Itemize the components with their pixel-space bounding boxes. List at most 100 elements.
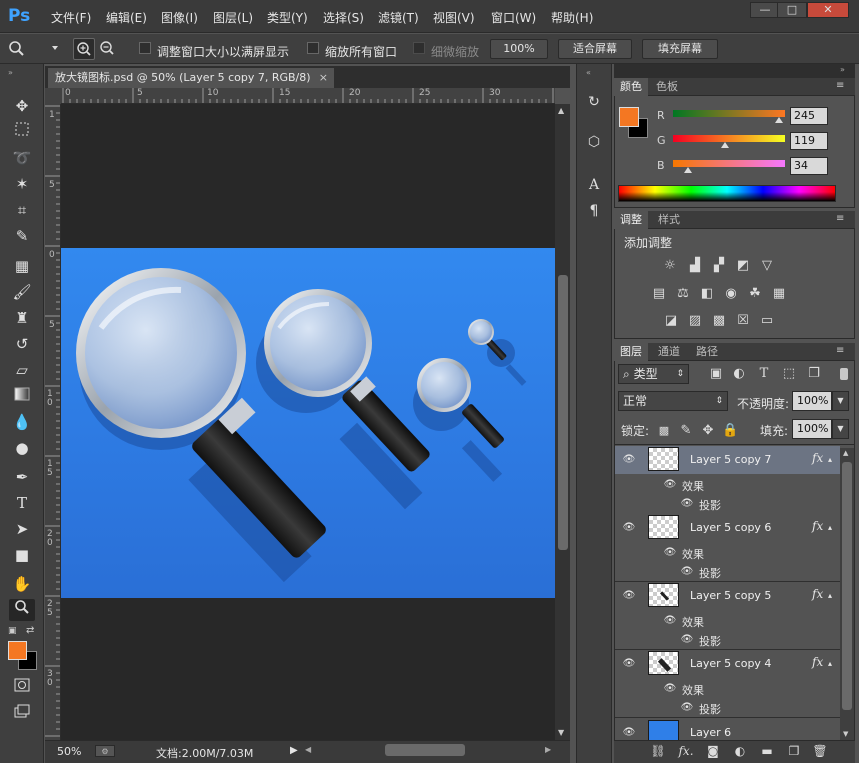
scroll-down-icon[interactable]: ▼ [558,728,564,737]
menu-select[interactable]: 选择(S) [323,9,364,26]
tab-paths[interactable]: 路径 [690,343,724,361]
filter-smart-object-icon[interactable]: ❐ [806,366,822,382]
menu-file[interactable]: 文件(F) [51,9,91,26]
paragraph-panel-icon[interactable]: ¶ [584,201,604,221]
color-foreground-swatch[interactable] [619,107,639,127]
color-balance-icon[interactable]: ⚖ [675,286,691,302]
filter-pixel-icon[interactable]: ▣ [708,366,724,382]
toolbar-collapse-icon[interactable]: » [8,68,13,77]
screen-mode-icon[interactable] [9,702,35,724]
blend-mode-select[interactable]: 正常 ⇕ [618,391,728,411]
effects-visibility-eye-icon[interactable]: 👁 [663,547,677,559]
effects-visibility-eye-icon[interactable]: 👁 [663,479,677,491]
magic-wand-tool-icon[interactable]: ✶ [9,173,35,195]
zoom-100-button[interactable]: 100% [490,39,548,59]
effects-visibility-eye-icon[interactable]: 👁 [663,615,677,627]
channel-mixer-icon[interactable]: ☘ [747,286,763,302]
eyedropper-tool-icon[interactable]: ✎ [9,225,35,247]
menu-image[interactable]: 图像(I) [161,9,198,26]
channel-b-value[interactable]: 34 [790,157,828,175]
tab-channels[interactable]: 通道 [652,343,686,361]
lock-position-icon[interactable]: ✥ [700,423,716,439]
gradient-map-icon[interactable]: ▭ [759,313,775,329]
fill-input[interactable]: 100% [792,419,832,439]
brightness-contrast-icon[interactable]: ☼ [662,258,678,274]
layer-row[interactable]: 👁 Layer 5 copy 6 fx ▴ 👁 效果 👁 投影 [615,514,840,582]
new-adjustment-layer-icon[interactable]: ◐ [732,743,748,759]
exposure-icon[interactable]: ◩ [735,258,751,274]
layers-scroll-thumb[interactable] [842,462,852,710]
vertical-ruler[interactable]: 1 5 0 5 1 0 1 5 2 0 2 5 3 0 [45,104,61,740]
layer-row-main[interactable]: 👁 Layer 5 copy 5 fx ▴ [615,582,840,610]
channel-g-slider[interactable] [673,135,785,142]
color-lookup-icon[interactable]: ▦ [771,286,787,302]
layer-visibility-eye-icon[interactable]: 👁 [622,454,636,466]
fill-chevron-down-icon[interactable]: ▼ [832,419,849,439]
horizontal-ruler[interactable]: 0 5 10 15 20 25 30 [61,88,555,104]
add-mask-icon[interactable]: ◙ [705,743,721,759]
filter-adjustment-icon[interactable]: ◐ [731,366,747,382]
channel-g-handle[interactable] [721,142,729,148]
dodge-tool-icon[interactable]: ● [9,437,35,459]
fit-screen-button[interactable]: 适合屏幕 [558,39,632,59]
fill-screen-button[interactable]: 填充屏幕 [642,39,718,59]
new-group-icon[interactable]: ▬ [759,743,775,759]
layer-name[interactable]: Layer 6 [690,726,731,739]
menu-type[interactable]: 类型(Y) [267,9,308,26]
shape-tool-icon[interactable]: ■ [9,544,35,566]
layer-row[interactable]: 👁 Layer 5 copy 4 fx ▴ 👁 效果 👁 投影 [615,650,840,718]
document-horizontal-scroll-thumb[interactable] [385,744,465,756]
menu-filter[interactable]: 滤镜(T) [378,9,419,26]
layer-visibility-eye-icon[interactable]: 👁 [622,727,636,739]
pen-tool-icon[interactable]: ✒ [9,466,35,488]
effects-visibility-eye-icon[interactable]: 👁 [663,683,677,695]
panel-collapse-icon[interactable]: » [840,65,845,74]
scroll-up-icon[interactable]: ▲ [558,106,564,115]
layers-scroll-up-icon[interactable]: ▲ [843,449,848,457]
posterize-icon[interactable]: ▨ [687,313,703,329]
hscroll-left-icon[interactable]: ◀ [305,745,311,754]
properties-panel-icon[interactable]: ⬡ [584,132,604,152]
marquee-tool-icon[interactable] [9,121,35,143]
zoom-level[interactable]: 50% [57,745,81,758]
preset-chevron-down-icon[interactable] [52,46,58,50]
zoom-tool-preset-icon[interactable] [8,39,26,59]
opacity-input[interactable]: 100% [792,391,832,411]
resize-windows-checkbox[interactable] [139,42,151,54]
filter-shape-icon[interactable]: ⬚ [781,366,797,382]
shadow-visibility-eye-icon[interactable]: 👁 [680,566,694,578]
layer-visibility-eye-icon[interactable]: 👁 [622,658,636,670]
adjustments-panel-menu-icon[interactable]: ≡ [836,213,844,224]
menu-edit[interactable]: 编辑(E) [106,9,147,26]
layer-fx-chevron-icon[interactable]: ▴ [828,591,832,600]
filter-type-icon[interactable]: T [756,366,772,382]
layer-name[interactable]: Layer 5 copy 6 [690,521,771,534]
layer-row-main[interactable]: 👁 Layer 5 copy 7 fx ▴ [615,446,840,474]
history-panel-icon[interactable]: ↻ [584,92,604,112]
threshold-icon[interactable]: ▩ [711,313,727,329]
history-brush-tool-icon[interactable]: ↺ [9,333,35,355]
menu-help[interactable]: 帮助(H) [551,9,593,26]
layer-fx-icon[interactable]: fx [812,655,823,669]
status-preview-icon[interactable]: ⚙ [95,745,115,757]
channel-b-handle[interactable] [684,167,692,173]
layer-visibility-eye-icon[interactable]: 👁 [622,590,636,602]
menu-view[interactable]: 视图(V) [433,9,475,26]
channel-r-slider[interactable] [673,110,785,117]
invert-icon[interactable]: ◪ [663,313,679,329]
menu-window[interactable]: 窗口(W) [491,9,536,26]
tab-layers[interactable]: 图层 [614,343,648,361]
link-layers-icon[interactable]: ⛓ [650,743,666,759]
shadow-visibility-eye-icon[interactable]: 👁 [680,634,694,646]
layer-fx-icon[interactable]: fx [812,519,823,533]
channel-r-value[interactable]: 245 [790,107,828,125]
document-tab[interactable]: 放大镜图标.psd @ 50% (Layer 5 copy 7, RGB/8) … [48,68,334,88]
channel-r-handle[interactable] [775,117,783,123]
lock-image-icon[interactable]: ✎ [678,423,694,439]
layer-fx-chevron-icon[interactable]: ▴ [828,523,832,532]
layer-row-main[interactable]: 👁 Layer 5 copy 6 fx ▴ [615,514,840,542]
brush-tool-icon[interactable]: 🖌 [9,281,35,303]
document-canvas[interactable] [61,248,555,598]
zoom-all-checkbox[interactable] [307,42,319,54]
tab-color[interactable]: 颜色 [614,78,648,96]
